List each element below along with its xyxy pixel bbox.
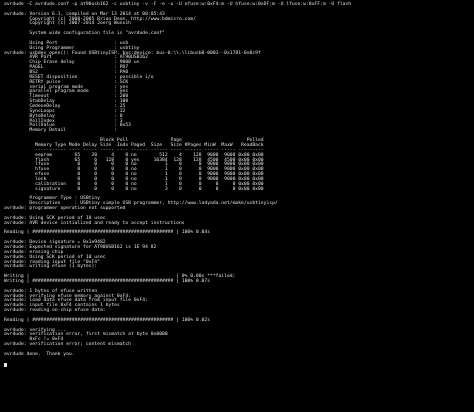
terminal-window[interactable]: avrdude -C avrdude.conf -p at90usb162 -c… [0, 0, 474, 412]
terminal-output: avrdude -C avrdude.conf -p at90usb162 -c… [4, 2, 352, 368]
terminal-line [4, 362, 351, 368]
text-cursor [4, 362, 7, 368]
terminal-line: avrdude -C avrdude.conf -p at90usb162 -c… [4, 2, 352, 7]
